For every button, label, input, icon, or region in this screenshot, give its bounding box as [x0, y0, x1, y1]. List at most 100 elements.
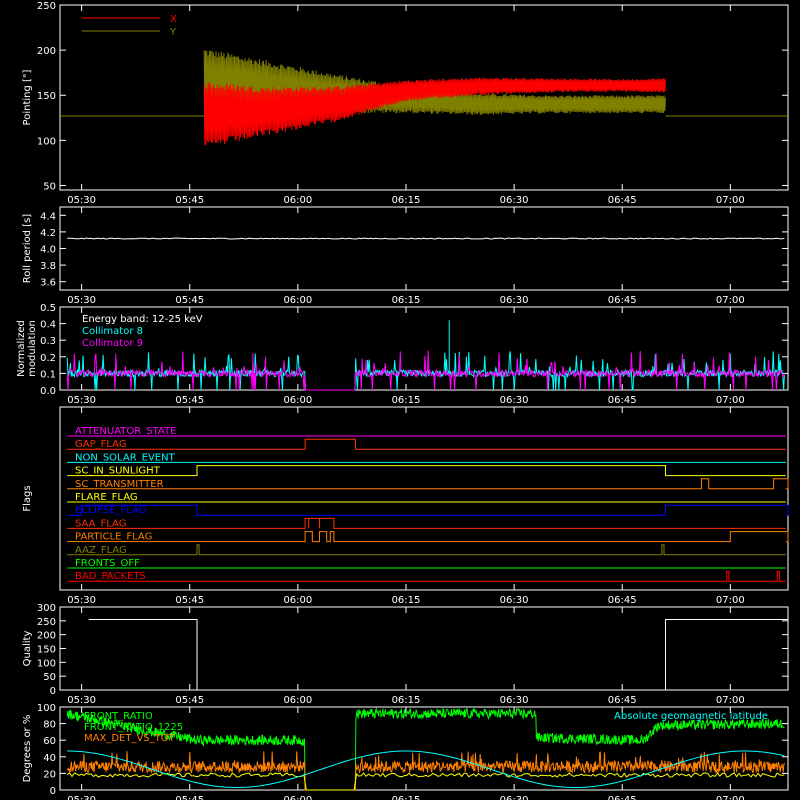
max-det-vs-tot-line — [66, 751, 785, 791]
y-axis-label: modulation — [27, 320, 38, 377]
x-tick-label: 06:30 — [500, 195, 529, 206]
flag-line-gap-flag — [67, 438, 786, 450]
roll-period-line — [67, 237, 785, 240]
x-tick-label: 05:30 — [67, 195, 96, 206]
flag-line-eclipse-flag — [67, 504, 789, 516]
x-tick-label: 06:15 — [392, 295, 421, 306]
flag-line-sc-in-sunlight — [67, 465, 786, 477]
y-tick-label: 200 — [37, 631, 56, 642]
x-tick-label: 07:00 — [716, 695, 745, 706]
flag-line-saa-flag — [67, 517, 786, 529]
ratios-panel: 05:30 05:45 06:00 06:15 06:30 06:45 07:00 100 80… — [22, 703, 789, 800]
y-tick-label: 3.6 — [40, 278, 56, 289]
flag-line-aaz-flag — [67, 544, 786, 556]
x-tick-label: 06:15 — [392, 795, 421, 800]
legend-label-y: Y — [169, 27, 177, 38]
y-tick-label: 50 — [43, 672, 56, 683]
y-tick-label: 20 — [43, 769, 56, 780]
legend-collimator-8: Collimator 8 — [82, 326, 143, 337]
y-tick-label: 150 — [37, 645, 56, 656]
x-tick-label: 05:30 — [67, 795, 96, 800]
x-tick-label: 06:00 — [283, 395, 312, 406]
x-tick-label: 06:00 — [283, 695, 312, 706]
y-tick-label: 200 — [37, 46, 56, 57]
legend-front-ratio-1225: FRONT_RATIO_1225 — [84, 722, 183, 733]
y-axis-label: Flags — [22, 485, 33, 511]
x-tick-label: 06:15 — [392, 195, 421, 206]
y-tick-label: 4.2 — [40, 228, 56, 239]
x-tick-label: 06:45 — [608, 195, 637, 206]
flags-panel: 05:30 05:45 06:00 06:15 06:30 06:45 07:00 Flags… — [22, 406, 789, 606]
flag-label-sc-in-sunlight: SC_IN_SUNLIGHT — [75, 466, 161, 477]
x-tick-label: 05:45 — [175, 595, 204, 606]
x-tick-label: 05:45 — [175, 195, 204, 206]
x-tick-label: 06:30 — [500, 295, 529, 306]
y-tick-label: 60 — [43, 736, 56, 747]
modulation-panel: 05:30 05:45 06:00 06:15 06:30 06:45 07:00 0.5 0.… — [16, 303, 789, 406]
flag-label-sc-transmitter: SC_TRANSMITTER — [75, 479, 164, 490]
x-tick-label: 06:30 — [500, 595, 529, 606]
y-tick-label: 4.0 — [40, 245, 56, 256]
flag-line-sc-transmitter — [67, 478, 789, 490]
x-tick-label: 07:00 — [716, 295, 745, 306]
flag-label-gap-flag: GAP_FLAG — [75, 439, 127, 450]
plot-frame — [59, 206, 789, 291]
x-tick-label: 06:30 — [500, 695, 529, 706]
flag-label-flare-flag: FLARE_FLAG — [75, 492, 138, 503]
y-tick-label: 0 — [50, 686, 56, 697]
x-tick-label: 06:45 — [608, 295, 637, 306]
quality-line — [88, 619, 788, 691]
summary-plot-figure: 05:30 05:45 06:00 06:15 06:30 06:45 07:00 250 20… — [16, 1, 789, 800]
x-tick-label: 06:00 — [283, 195, 312, 206]
pointing-panel: 05:30 05:45 06:00 06:15 06:30 06:45 07:00 250 20… — [22, 1, 789, 206]
y-axis-label: Roll period [s] — [22, 214, 33, 283]
legend-max-det-vs-tot: MAX_DET_VS_TOT — [84, 733, 176, 744]
y-tick-label: 80 — [43, 720, 56, 731]
y-tick-label: 40 — [43, 753, 56, 764]
x-tick-label: 05:30 — [67, 695, 96, 706]
flag-label-bad-packets: BAD_PACKETS — [75, 571, 146, 582]
y-tick-label: 150 — [37, 91, 56, 102]
x-tick-label: 05:45 — [175, 695, 204, 706]
x-tick-label: 05:45 — [175, 295, 204, 306]
x-tick-label: 07:00 — [716, 795, 745, 800]
y-tick-label: 0 — [50, 786, 56, 797]
x-tick-label: 07:00 — [716, 595, 745, 606]
x-tick-label: 06:00 — [283, 795, 312, 800]
flag-label-aaz-flag: AAZ_FLAG — [75, 545, 127, 556]
y-tick-label: 0.0 — [40, 386, 56, 397]
flag-label-particle-flag: PARTICLE_FLAG — [75, 532, 152, 543]
y-tick-label: 300 — [37, 603, 56, 614]
flag-label-fronts-off: FRONTS_OFF — [75, 558, 140, 569]
y-tick-label: 250 — [37, 617, 56, 628]
legend-collimator-9: Collimator 9 — [82, 338, 143, 349]
y-tick-label: 0.1 — [40, 369, 56, 380]
y-axis-label: Normalized — [16, 320, 27, 377]
y-tick-label: 250 — [37, 1, 56, 12]
x-tick-label: 06:30 — [500, 395, 529, 406]
flag-line-particle-flag — [67, 531, 789, 543]
x-tick-label: 07:00 — [716, 395, 745, 406]
x-tick-label: 05:30 — [67, 395, 96, 406]
legend-label-x: X — [170, 14, 177, 25]
x-tick-label: 06:00 — [283, 595, 312, 606]
x-tick-label: 06:45 — [608, 795, 637, 800]
x-tick-label: 07:00 — [716, 195, 745, 206]
x-tick-label: 06:15 — [392, 695, 421, 706]
front-ratio-1225-line — [66, 772, 785, 791]
flag-line-bad-packets — [67, 570, 786, 582]
x-tick-label: 05:45 — [175, 395, 204, 406]
y-axis-label: Quality — [22, 631, 33, 667]
flag-label-eclipse-flag: ECLIPSE_FLAG — [75, 505, 146, 516]
legend-front-ratio: FRONT_RATIO — [84, 711, 153, 722]
x-tick-label: 06:45 — [608, 395, 637, 406]
x-tick-label: 06:15 — [392, 395, 421, 406]
flag-label-saa-flag: SAA_FLAG — [75, 518, 126, 529]
y-tick-label: 4.4 — [40, 211, 56, 222]
flag-label-non-solar-event: NON_SOLAR_EVENT — [75, 452, 176, 463]
x-tick-label: 06:45 — [608, 595, 637, 606]
y-tick-label: 0.5 — [40, 303, 56, 314]
y-tick-label: 50 — [43, 181, 56, 192]
y-tick-label: 100 — [37, 703, 56, 714]
y-tick-label: 100 — [37, 136, 56, 147]
